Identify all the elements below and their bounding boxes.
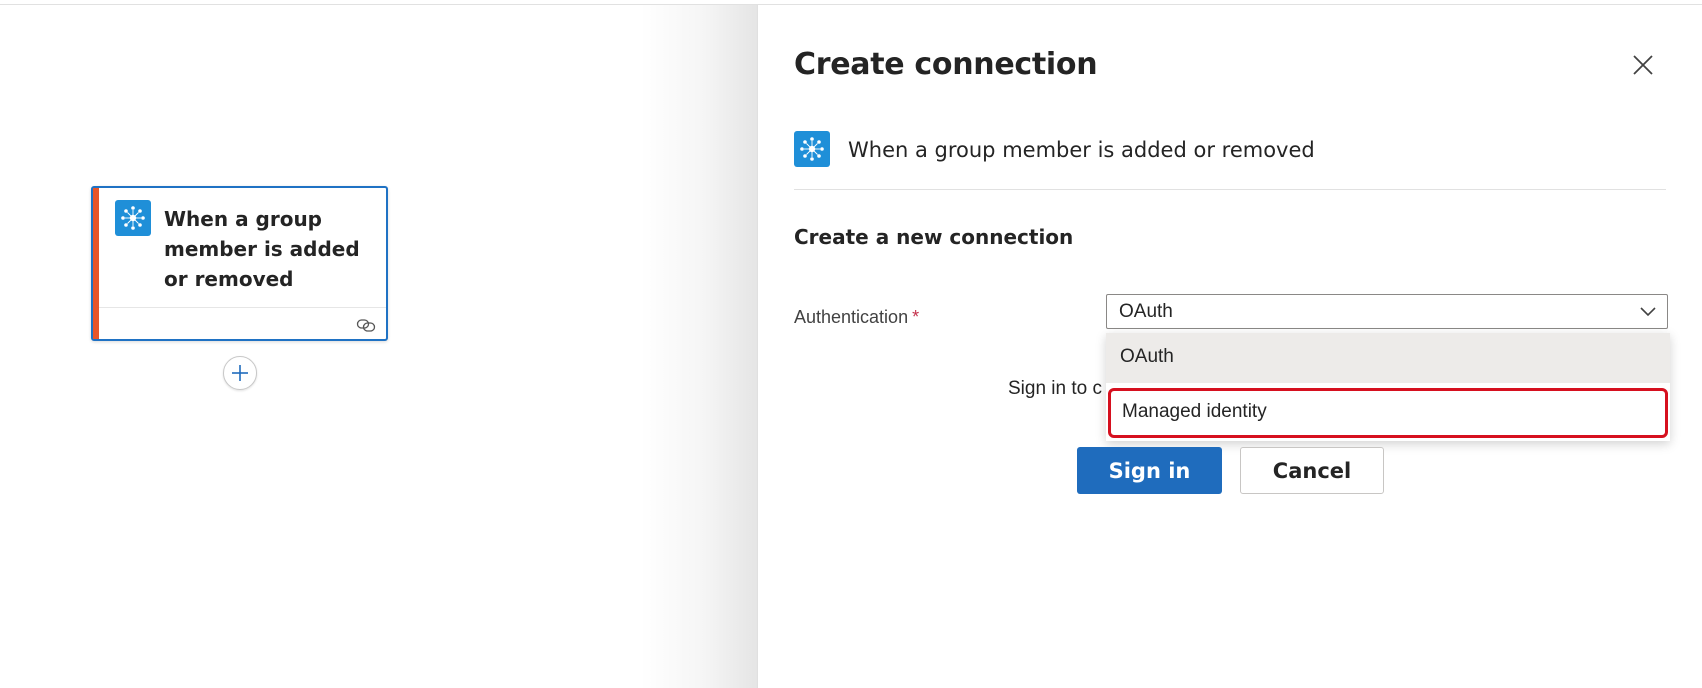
sign-in-instruction: Sign in to c [1008,378,1102,399]
panel-shadow [640,5,757,688]
close-icon [1633,55,1653,75]
chevron-down-icon [1640,307,1656,317]
option-managed-identity[interactable]: Managed identity [1108,388,1668,438]
trigger-card-title: When a group member is added or removed [164,207,360,291]
trigger-card[interactable]: When a group member is added or removed [91,186,388,341]
section-heading: Create a new connection [794,225,1074,249]
close-button[interactable] [1628,50,1658,80]
plus-icon [232,365,248,381]
authentication-options-list: OAuth Managed identity [1106,333,1670,441]
authentication-label-text: Authentication [794,307,909,327]
entra-id-hub-icon [115,200,151,236]
option-oauth[interactable]: OAuth [1106,333,1670,383]
operation-name: When a group member is added or removed [848,138,1315,162]
authentication-selected-value: OAuth [1119,301,1173,322]
add-step-button[interactable] [223,356,257,390]
required-marker: * [912,307,920,327]
cancel-button[interactable]: Cancel [1240,447,1384,494]
option-label: Managed identity [1122,401,1267,422]
panel-title: Create connection [794,47,1098,82]
option-label: OAuth [1120,346,1174,367]
divider [794,189,1666,190]
create-connection-panel: Create connection When a group member is… [757,5,1702,688]
entra-id-hub-icon [794,131,830,167]
trigger-card-footer [99,307,386,340]
authentication-dropdown[interactable]: OAuth [1106,294,1668,329]
sign-in-button[interactable]: Sign in [1077,447,1222,494]
connection-link-icon [356,317,376,333]
authentication-label: Authentication * [794,307,919,328]
